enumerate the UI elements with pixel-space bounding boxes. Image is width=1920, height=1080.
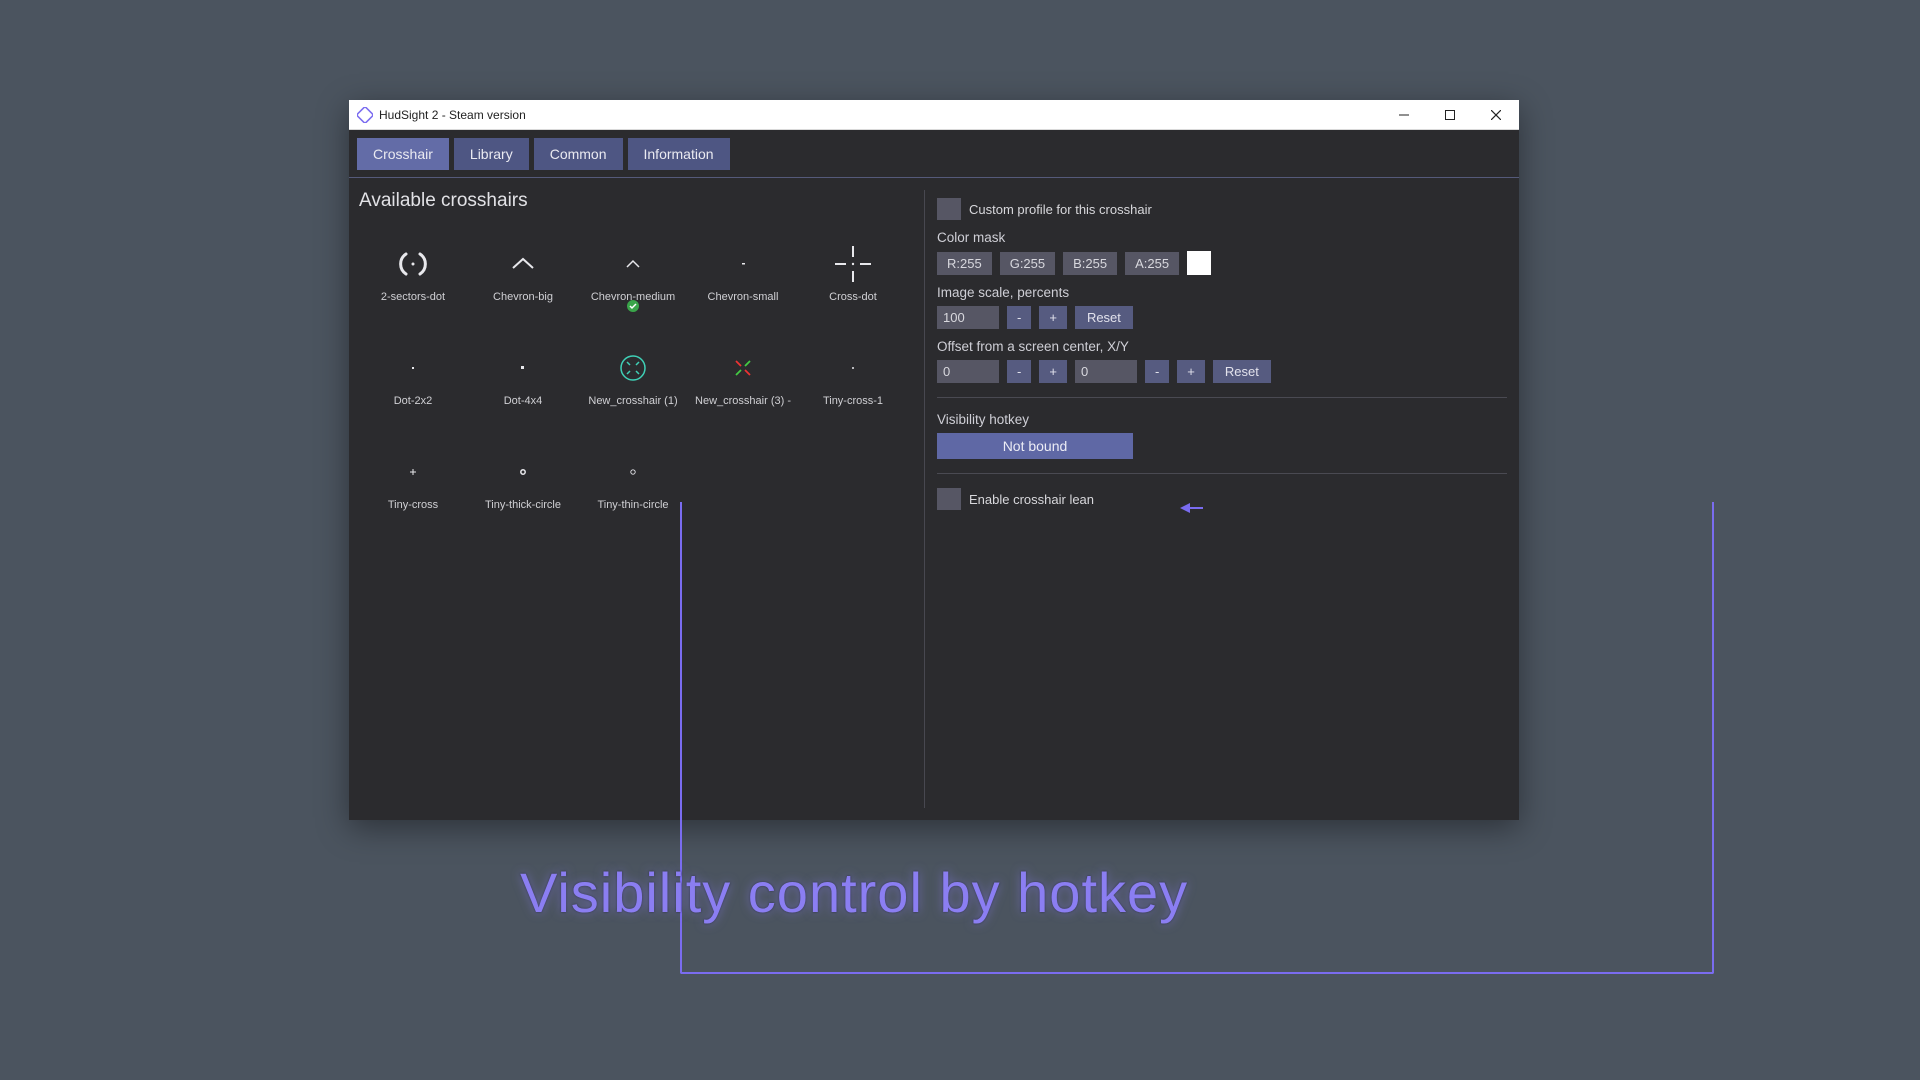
crosshair-label: New_crosshair (3) - (695, 395, 791, 407)
selected-check-icon (626, 299, 640, 316)
crosshair-label: Tiny-thick-circle (485, 499, 561, 511)
tab-library[interactable]: Library (454, 138, 529, 170)
crosshair-label: New_crosshair (1) (588, 395, 677, 407)
crosshair-preview-icon (703, 236, 783, 291)
visibility-hotkey-label: Visibility hotkey (937, 412, 1507, 427)
crosshair-item[interactable]: New_crosshair (1) (579, 334, 687, 432)
crosshair-label: 2-sectors-dot (381, 291, 445, 303)
tab-information[interactable]: Information (628, 138, 730, 170)
color-mask-label: Color mask (937, 230, 1507, 245)
custom-profile-label: Custom profile for this crosshair (969, 202, 1152, 217)
app-window: HudSight 2 - Steam version Crosshair Lib… (349, 100, 1519, 820)
offset-x-plus-button[interactable]: + (1039, 360, 1067, 383)
offset-x[interactable]: 0 (937, 360, 999, 383)
crosshair-item[interactable]: Tiny-thick-circle (469, 438, 577, 536)
crosshair-item[interactable]: Tiny-cross-1 (799, 334, 907, 432)
crosshair-item[interactable]: Tiny-thin-circle (579, 438, 687, 536)
crosshair-label: Chevron-small (708, 291, 779, 303)
crosshair-preview-icon (373, 444, 453, 499)
left-panel: Available crosshairs 2-sectors-dot (349, 178, 924, 820)
crosshair-item[interactable]: Chevron-small (689, 230, 797, 328)
tab-common[interactable]: Common (534, 138, 623, 170)
color-b[interactable]: B:255 (1063, 252, 1117, 275)
crosshair-label: Tiny-cross (388, 499, 438, 511)
crosshair-preview-icon (813, 340, 893, 395)
crosshair-label: Dot-2x2 (394, 395, 433, 407)
offset-reset-button[interactable]: Reset (1213, 360, 1271, 383)
crosshair-item[interactable]: Dot-2x2 (359, 334, 467, 432)
crosshair-grid: 2-sectors-dot Chevron-big (359, 230, 914, 536)
visibility-hotkey-button[interactable]: Not bound (937, 433, 1133, 459)
crosshair-preview-icon (593, 236, 673, 291)
scale-minus-button[interactable]: - (1007, 306, 1031, 329)
tabbar: Crosshair Library Common Information (349, 130, 1519, 178)
crosshair-preview-icon (593, 340, 673, 395)
offset-y-plus-button[interactable]: + (1177, 360, 1205, 383)
color-r[interactable]: R:255 (937, 252, 992, 275)
crosshair-preview-icon (373, 340, 453, 395)
crosshair-preview-icon (483, 444, 563, 499)
offset-label: Offset from a screen center, X/Y (937, 339, 1507, 354)
crosshair-label: Cross-dot (829, 291, 877, 303)
custom-profile-checkbox[interactable] (937, 198, 961, 220)
close-button[interactable] (1473, 100, 1519, 130)
crosshair-item[interactable]: Chevron-big (469, 230, 577, 328)
minimize-button[interactable] (1381, 100, 1427, 130)
right-panel: Custom profile for this crosshair Color … (925, 178, 1519, 820)
scale-value[interactable]: 100 (937, 306, 999, 329)
crosshair-label: Chevron-big (493, 291, 553, 303)
color-a[interactable]: A:255 (1125, 252, 1179, 275)
offset-x-minus-button[interactable]: - (1007, 360, 1031, 383)
offset-y-minus-button[interactable]: - (1145, 360, 1169, 383)
crosshair-item[interactable]: 2-sectors-dot (359, 230, 467, 328)
crosshair-item[interactable]: Cross-dot (799, 230, 907, 328)
window-title: HudSight 2 - Steam version (379, 108, 526, 122)
titlebar: HudSight 2 - Steam version (349, 100, 1519, 130)
app-icon (357, 107, 373, 123)
content: Available crosshairs 2-sectors-dot (349, 178, 1519, 820)
crosshair-preview-icon (483, 236, 563, 291)
crosshair-item[interactable]: Tiny-cross (359, 438, 467, 536)
lean-checkbox[interactable] (937, 488, 961, 510)
separator (937, 473, 1507, 474)
color-swatch[interactable] (1187, 251, 1211, 275)
scale-plus-button[interactable]: + (1039, 306, 1067, 329)
crosshair-preview-icon (813, 236, 893, 291)
scale-reset-button[interactable]: Reset (1075, 306, 1133, 329)
offset-y[interactable]: 0 (1075, 360, 1137, 383)
crosshair-label: Tiny-cross-1 (823, 395, 883, 407)
color-g[interactable]: G:255 (1000, 252, 1055, 275)
crosshair-preview-icon (483, 340, 563, 395)
crosshair-label: Tiny-thin-circle (597, 499, 668, 511)
lean-label: Enable crosshair lean (969, 492, 1094, 507)
crosshair-preview-icon (593, 444, 673, 499)
crosshair-preview-icon (373, 236, 453, 291)
tab-crosshair[interactable]: Crosshair (357, 138, 449, 170)
scale-label: Image scale, percents (937, 285, 1507, 300)
separator (937, 397, 1507, 398)
crosshair-preview-icon (703, 340, 783, 395)
crosshair-label: Dot-4x4 (504, 395, 543, 407)
available-heading: Available crosshairs (359, 190, 914, 212)
crosshair-item[interactable]: Chevron-medium (579, 230, 687, 328)
crosshair-item[interactable]: Dot-4x4 (469, 334, 577, 432)
callout-caption: Visibility control by hotkey (520, 860, 1188, 925)
crosshair-item[interactable]: New_crosshair (3) - (689, 334, 797, 432)
maximize-button[interactable] (1427, 100, 1473, 130)
